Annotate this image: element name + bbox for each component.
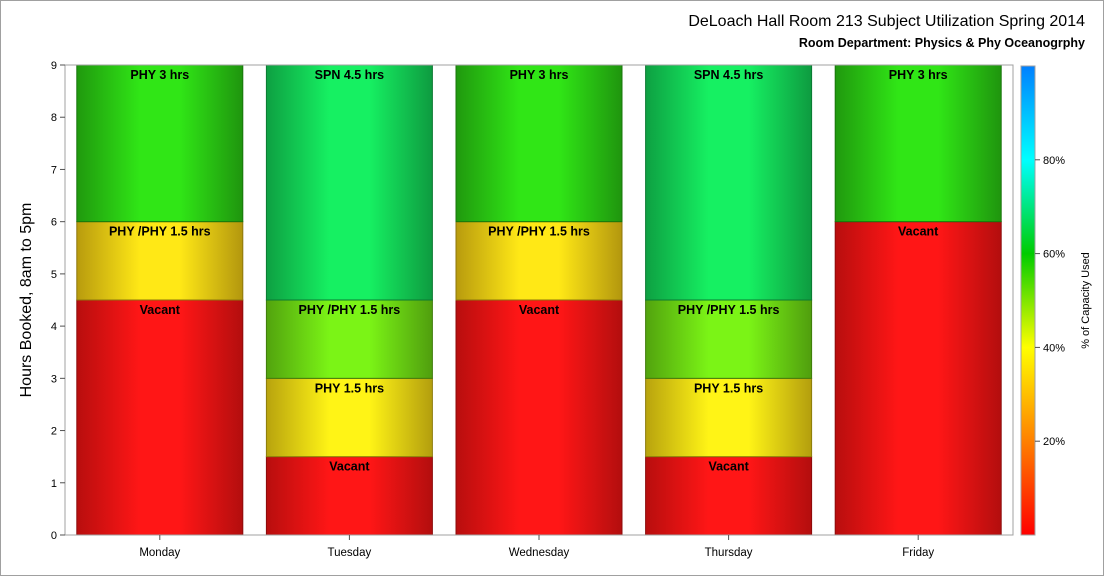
segment-label: PHY 1.5 hrs [694,381,763,395]
x-tick-label: Monday [139,547,180,559]
colorbar-tick-label: 40% [1043,342,1065,354]
segment-label: PHY 3 hrs [889,68,948,82]
colorbar-tick-label: 60% [1043,249,1065,261]
y-tick-label: 4 [51,321,57,333]
segment-label: SPN 4.5 hrs [315,68,385,82]
chart-frame: DeLoach Hall Room 213 Subject Utilizatio… [0,0,1104,576]
y-tick-label: 9 [51,60,57,72]
colorbar-tick-label: 80% [1043,155,1065,167]
y-tick-label: 3 [51,373,57,385]
bar-segment-monday-2 [76,64,244,223]
bar-segment-friday-1 [834,64,1002,223]
colorbar-label: % of Capacity Used [1080,252,1092,349]
stacked-bar-chart: Vacant PHY /PHY 1.5 hrs PHY 3 hrs Vacant PHY… [18,60,1092,559]
segment-label: Vacant [140,303,181,317]
bar-segment-friday-0 [834,221,1002,536]
bar-segment-wednesday-2 [455,64,623,223]
y-tick-label: 5 [51,269,57,281]
x-tick-label: Friday [902,547,934,559]
y-tick-label: 2 [51,426,57,438]
y-tick-label: 0 [51,530,57,542]
colorbar-tick-label: 20% [1043,436,1065,448]
segment-label: PHY 3 hrs [510,68,569,82]
segment-label: PHY 3 hrs [130,68,189,82]
segment-label: Vacant [519,303,560,317]
colorbar-layer: 20% 40% 60% 80% % of Capacity Used [1020,65,1092,536]
x-tick-label: Wednesday [509,547,570,559]
bar-segment-thursday-3 [645,64,813,301]
bar-segment-monday-0 [76,299,244,536]
segment-label: SPN 4.5 hrs [694,68,764,82]
bars-layer [76,64,1002,536]
segment-label: PHY /PHY 1.5 hrs [488,225,590,239]
y-tick-label: 1 [51,478,57,490]
colorbar [1020,65,1036,536]
segment-label: PHY 1.5 hrs [315,381,384,395]
segment-label: Vacant [898,225,939,239]
bar-segment-tuesday-3 [265,64,433,301]
y-tick-label: 7 [51,164,57,176]
segment-label: Vacant [329,460,370,474]
segment-label: Vacant [708,460,749,474]
y-tick-label: 8 [51,112,57,124]
bar-segment-wednesday-0 [455,299,623,536]
segment-label: PHY /PHY 1.5 hrs [678,303,780,317]
y-tick-label: 6 [51,217,57,229]
x-tick-label: Tuesday [328,547,372,559]
segment-label: PHY /PHY 1.5 hrs [109,225,211,239]
x-tick-label: Thursday [705,547,753,559]
y-axis-label: Hours Booked, 8am to 5pm [18,203,35,398]
segment-label: PHY /PHY 1.5 hrs [299,303,401,317]
